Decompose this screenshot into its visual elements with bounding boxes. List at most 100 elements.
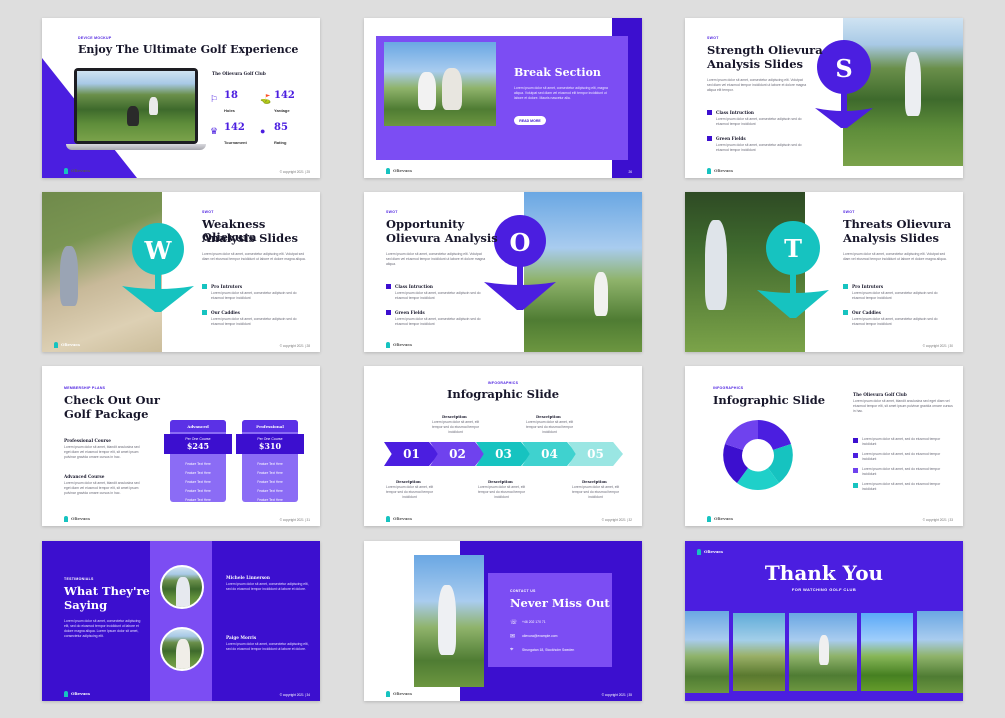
brand-pin-icon: [64, 168, 68, 174]
body-text: Lorem ipsum dolor sit amet, consectetur …: [202, 252, 306, 261]
footer-copyright: © copyright 2021 | 28: [279, 344, 310, 348]
phone-number[interactable]: +46 202 170 71: [522, 620, 546, 625]
slide-thank-you[interactable]: Olievura Thank You FOR WATCHING GOLF CLU…: [685, 541, 963, 701]
slide-infographic-steps[interactable]: INFOGRAPHICS Infographic Slide Descripti…: [364, 366, 642, 526]
item-text: Lorem ipsum dolor sit amet, consectetur …: [211, 291, 297, 300]
testimonial-name: Michele Linnerson: [226, 575, 270, 580]
slide-title: Break Section: [514, 66, 601, 79]
footer-copyright: © copyright 2021 | 34: [279, 693, 310, 697]
feature-list: Feature Text Here Feature Text Here Featur…: [257, 462, 283, 502]
avatar: [160, 627, 204, 671]
item-text: Lorem ipsum dolor sit amet, consectetur …: [395, 291, 481, 300]
plan-price: $310: [258, 441, 282, 451]
footer-brand: Olievura: [386, 168, 412, 174]
bullet-square: [386, 284, 391, 289]
person-figure: [418, 72, 436, 110]
slide-strength[interactable]: S SWOT Strength Olievura Analysis Slides…: [685, 18, 963, 178]
club-name: The Olievura Golf Club: [853, 392, 907, 397]
footer-brand: Olievura: [386, 516, 412, 522]
footer-brand: Olievura: [54, 342, 80, 348]
step-label: Description: [582, 479, 607, 484]
kicker: DEVICE MOCKUP: [78, 36, 112, 40]
slide-opportunity[interactable]: O SWOT Opportunity Olievura Analysis Lor…: [364, 192, 642, 352]
step-arrow-05: 05: [568, 442, 623, 466]
slide-infographic-cycle[interactable]: INFOGRAPHICS Infographic Slide The Oliev…: [685, 366, 963, 526]
slide-weakness[interactable]: W SWOT Weakness Olievura Analysis Slides…: [42, 192, 320, 352]
golfer-photo: [414, 555, 484, 687]
trophy-icon: ♛: [210, 126, 219, 136]
slide-testimonials[interactable]: TESTIMONIALS What They're Saying Lorem i…: [42, 541, 320, 701]
item-text: Lorem ipsum dolor sit amet, consectetur …: [211, 317, 297, 326]
slide-device-mockup[interactable]: DEVICE MOCKUP Enjoy The Ultimate Golf Ex…: [42, 18, 320, 178]
list-item: Lorem ipsum dolor sit amet, sed do eiusm…: [862, 467, 941, 476]
body-text: Lorem ipsum dolor sit amet, blandit arcu…: [853, 399, 953, 413]
list-item: Lorem ipsum dolor sit amet, sed do eiusm…: [862, 437, 941, 446]
step-text: Lorem ipsum dolor sit amet, elit tempor …: [385, 485, 434, 499]
item-text: Lorem ipsum dolor sit amet, consectetur …: [395, 317, 481, 326]
person-figure: [176, 639, 190, 669]
golfer-figure: [438, 585, 456, 655]
cycle-segment: [725, 420, 758, 450]
brand-pin-icon: [386, 691, 390, 697]
bullet-square: [853, 483, 858, 488]
kicker: SWOT: [843, 210, 855, 214]
testimonial-text: Lorem ipsum dolor sit amet, consectetur …: [226, 642, 309, 651]
contact-card: CONTACT US Never Miss Out ☏ +46 202 170 …: [488, 573, 612, 667]
bullet-square: [853, 468, 858, 473]
kicker: MEMBERSHIP PLANS: [64, 386, 106, 390]
read-more-button[interactable]: READ MORE: [514, 116, 546, 125]
swot-letter: T: [784, 234, 802, 263]
golfer-figure: [594, 272, 608, 316]
kicker: INFOGRAPHICS: [713, 386, 744, 390]
step-label: Description: [442, 414, 467, 419]
list-item: Lorem ipsum dolor sit amet, sed do eiusm…: [862, 452, 941, 461]
footer-copyright: © copyright 2021 | 31: [279, 518, 310, 522]
body-text: Lorem ipsum dolor sit amet, consectetur …: [514, 86, 608, 100]
slide-title-line2: Analysis Slides: [707, 57, 803, 71]
footer-brand: Olievura: [64, 168, 90, 174]
bullet-square: [853, 453, 858, 458]
kicker: SWOT: [202, 210, 214, 214]
golf-photo: [77, 71, 195, 141]
slide-threats[interactable]: T SWOT Threats Olievura Analysis Slides …: [685, 192, 963, 352]
footer-brand: Olievura: [707, 516, 733, 522]
slide-title-line2: Golf Package: [64, 407, 149, 421]
brand-pin-icon: [697, 549, 701, 555]
step-text: Lorem ipsum dolor sit amet, elit tempor …: [525, 420, 574, 434]
item-title: Pro Intrutors: [211, 284, 243, 289]
body-text: Lorem ipsum dolor sit amet, consectetur …: [843, 252, 947, 261]
slide-title-line2: Saying: [64, 598, 108, 612]
slide-golf-package[interactable]: MEMBERSHIP PLANS Check Out Our Golf Pack…: [42, 366, 320, 526]
slide-title: Enjoy The Ultimate Golf Experience: [78, 43, 299, 56]
testimonial-name: Paige Morris: [226, 635, 257, 640]
item-title: Our Caddies: [211, 310, 240, 315]
laptop-base: [66, 144, 206, 150]
item-title: Our Caddies: [852, 310, 881, 315]
bullet-square: [386, 310, 391, 315]
course-text: Lorem ipsum dolor sit amet, blandit arcu…: [64, 481, 140, 495]
golfer-figure: [705, 220, 727, 310]
slide-title-line1: Opportunity: [386, 217, 465, 231]
feature-list: Feature Text Here Feature Text Here Featur…: [185, 462, 211, 502]
plan-card-professional[interactable]: Professional Per One Course $310 Feature…: [236, 420, 304, 502]
slide-break-section[interactable]: Break Section Lorem ipsum dolor sit amet…: [364, 18, 642, 178]
couple-photo: [384, 42, 496, 126]
email-address[interactable]: olievura@example.com: [522, 634, 557, 639]
price-band: Per One Course $310: [236, 434, 304, 454]
person-figure: [442, 68, 462, 110]
brand-pin-icon: [707, 516, 711, 522]
plan-card-advanced[interactable]: Advanced Per One Course $245 Feature Tex…: [164, 420, 232, 502]
brand-pin-icon: [386, 516, 390, 522]
slide-title-line1: What They're: [64, 584, 150, 598]
slide-title-line2: Analysis Slides: [843, 231, 939, 245]
slide-title: Infographic Slide: [713, 393, 826, 407]
laptop-screen: [74, 68, 198, 144]
slide-contact[interactable]: CONTACT US Never Miss Out ☏ +46 202 170 …: [364, 541, 642, 701]
body-text: Lorem ipsum dolor sit amet, consectetur …: [386, 252, 486, 266]
plan-name: Professional: [242, 420, 298, 432]
phone-icon: ☏: [510, 620, 518, 626]
location-pin-icon: ⌖: [510, 647, 514, 653]
golf-bag: [127, 106, 139, 126]
slide-title: Never Miss Out: [510, 596, 610, 610]
slide-title-line1: Check Out Our: [64, 393, 160, 407]
